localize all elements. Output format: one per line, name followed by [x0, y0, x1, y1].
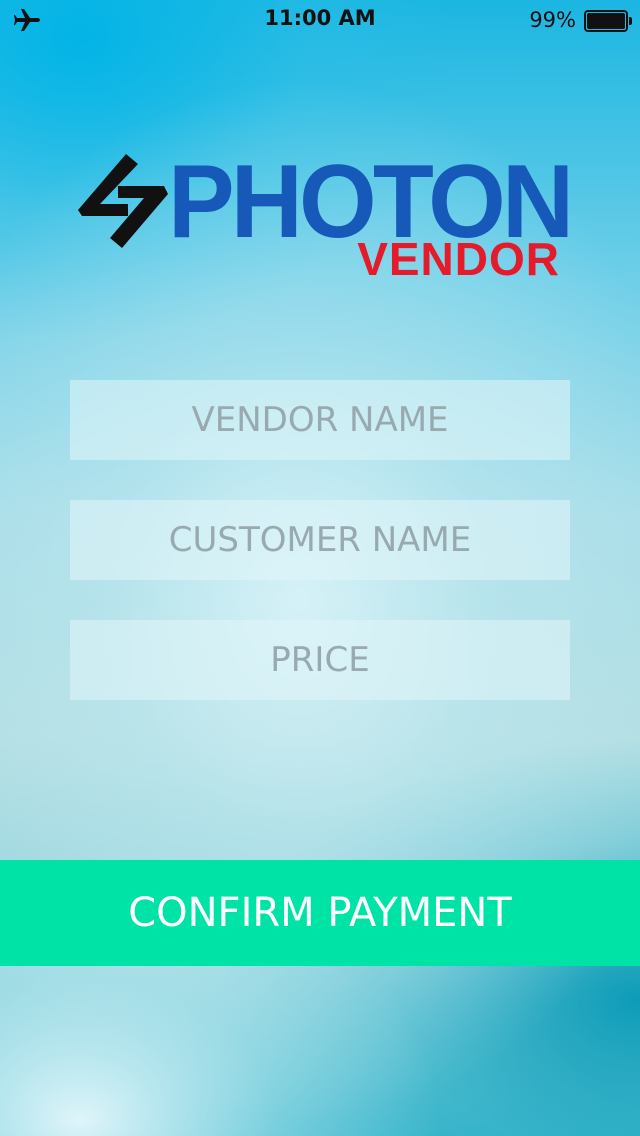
- bolt-logo-icon: [78, 154, 168, 252]
- logo-subtitle: VENDOR: [357, 233, 560, 285]
- battery-indicator: 99%: [529, 6, 632, 34]
- battery-fill: [587, 13, 625, 29]
- battery-percent: 99%: [529, 8, 576, 32]
- price-input[interactable]: [70, 620, 570, 700]
- vendor-name-input[interactable]: [70, 380, 570, 460]
- battery-icon: [584, 10, 632, 32]
- app-logo: PHOTON VENDOR: [78, 150, 574, 285]
- confirm-payment-button[interactable]: CONFIRM PAYMENT: [0, 860, 640, 966]
- status-bar: 11:00 AM 99%: [0, 0, 640, 40]
- customer-name-input[interactable]: [70, 500, 570, 580]
